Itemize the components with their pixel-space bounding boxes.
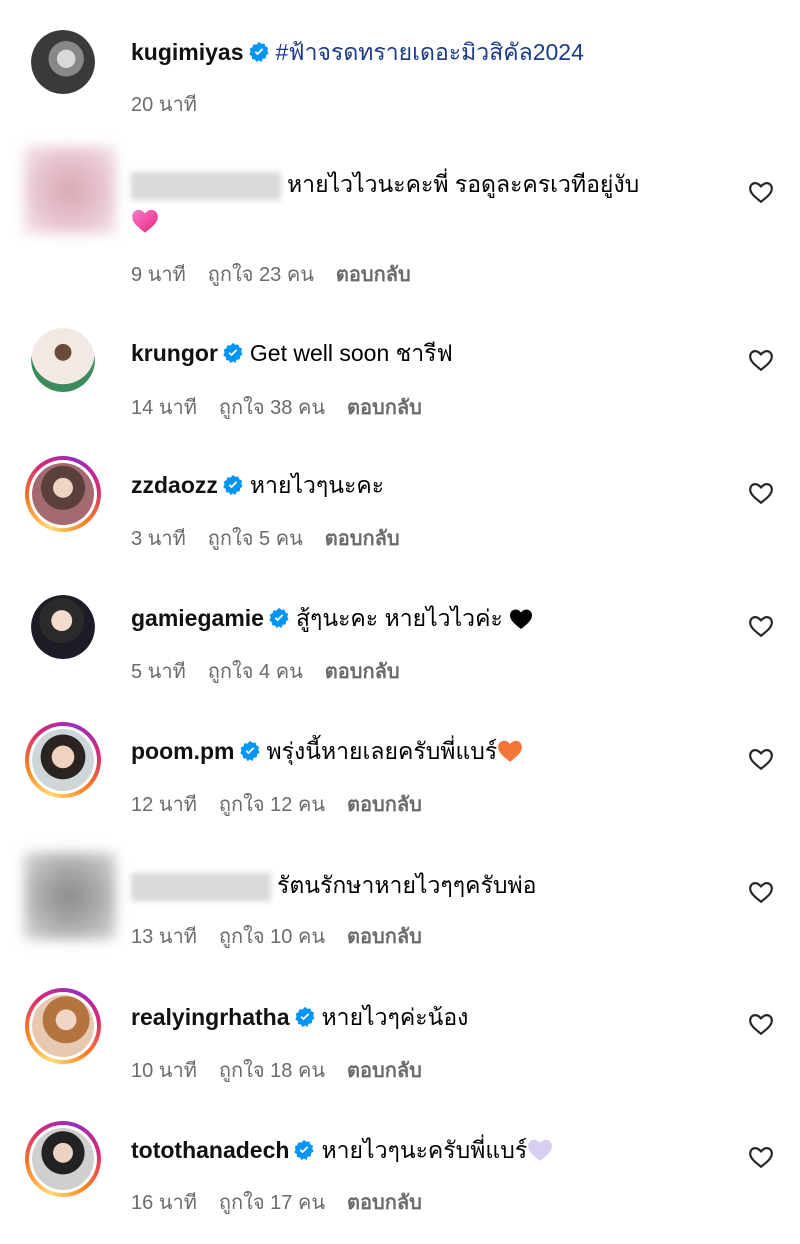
verified-badge-icon bbox=[294, 1006, 315, 1028]
like-count[interactable]: ถูกใจ 18 คน bbox=[219, 1060, 325, 1082]
like-count[interactable]: ถูกใจ 5 คน bbox=[208, 528, 303, 550]
username[interactable]: krungor bbox=[131, 340, 218, 366]
timestamp: 14 นาที bbox=[131, 397, 197, 419]
heart-outline-icon[interactable] bbox=[748, 1145, 774, 1169]
blurred-username[interactable] bbox=[131, 171, 281, 200]
username[interactable]: kugimiyas bbox=[131, 39, 244, 65]
username[interactable]: realyingrhatha bbox=[131, 1004, 290, 1030]
reply-button[interactable]: ตอบกลับ bbox=[347, 1192, 422, 1214]
reply-button[interactable]: ตอบกลับ bbox=[347, 794, 422, 816]
reply-button[interactable]: ตอบกลับ bbox=[336, 264, 411, 286]
like-count[interactable]: ถูกใจ 17 คน bbox=[219, 1192, 325, 1214]
timestamp: 20 นาที bbox=[131, 94, 197, 116]
verified-badge-icon bbox=[239, 740, 260, 762]
avatar[interactable] bbox=[24, 852, 116, 940]
comment-row: poom.pm พรุ่งนี้หายเลยครับพี่แบร์ 12 นาที… bbox=[0, 716, 800, 826]
caption: kugimiyas #ฟ้าจรดทรายเดอะมิวสิคัล2024 20 … bbox=[0, 0, 800, 130]
comment-text: หายไวไวนะคะพี่ รอดูละครเวทีอยู่งับ bbox=[287, 171, 640, 197]
like-count[interactable]: ถูกใจ 12 คน bbox=[219, 794, 325, 816]
like-count[interactable]: ถูกใจ 23 คน bbox=[208, 264, 314, 286]
avatar[interactable] bbox=[31, 30, 95, 94]
comment-row: รัตนรักษาหายไวๆๆครับพ่อ 13 นาที ถูกใจ 10 … bbox=[0, 850, 800, 960]
verified-badge-icon bbox=[248, 41, 269, 63]
comment-row: gamiegamie สู้ๆนะคะ หายไวไวค่ะ 5 นาที ถูกใ… bbox=[0, 590, 800, 700]
heart-outline-icon[interactable] bbox=[748, 1012, 774, 1036]
like-count[interactable]: ถูกใจ 38 คน bbox=[219, 397, 325, 419]
timestamp: 13 นาที bbox=[131, 926, 197, 948]
comment-text: รัตนรักษาหายไวๆๆครับพ่อ bbox=[277, 872, 537, 898]
verified-badge-icon bbox=[223, 342, 243, 364]
lavender-heart-icon bbox=[528, 1139, 553, 1161]
black-heart-icon bbox=[510, 609, 533, 629]
heart-outline-icon[interactable] bbox=[748, 348, 774, 372]
verified-badge-icon bbox=[294, 1139, 314, 1161]
avatar[interactable] bbox=[25, 456, 101, 532]
heart-outline-icon[interactable] bbox=[748, 481, 774, 505]
timestamp: 3 นาที bbox=[131, 528, 186, 550]
comment-row: krungor Get well soon ชารีฟ 14 นาที ถูกใจ … bbox=[0, 323, 800, 433]
comment-text: หายไวๆค่ะน้อง bbox=[321, 1004, 469, 1030]
heart-outline-icon[interactable] bbox=[748, 747, 774, 771]
avatar[interactable] bbox=[24, 146, 116, 234]
comment-row: realyingrhatha หายไวๆค่ะน้อง 10 นาที ถูกใจ… bbox=[0, 982, 800, 1092]
comment-row: totothanadech หายไวๆนะครับพี่แบร์ 16 นาที… bbox=[0, 1115, 800, 1225]
reply-button[interactable]: ตอบกลับ bbox=[325, 528, 400, 550]
timestamp: 16 นาที bbox=[131, 1192, 197, 1214]
username[interactable]: totothanadech bbox=[131, 1137, 289, 1163]
username[interactable]: poom.pm bbox=[131, 738, 235, 764]
avatar[interactable] bbox=[25, 722, 101, 798]
verified-badge-icon bbox=[223, 474, 243, 496]
avatar[interactable] bbox=[31, 328, 95, 392]
reply-button[interactable]: ตอบกลับ bbox=[347, 1060, 422, 1082]
timestamp: 12 นาที bbox=[131, 794, 197, 816]
comment-text: หายไวๆนะคะ bbox=[249, 472, 385, 498]
username[interactable]: zzdaozz bbox=[131, 472, 218, 498]
comment-text: พรุ่งนี้หายเลยครับพี่แบร์ bbox=[266, 738, 498, 764]
timestamp: 9 นาที bbox=[131, 264, 186, 286]
comment-text: หายไวๆนะครับพี่แบร์ bbox=[321, 1137, 528, 1163]
hashtag-link[interactable]: #ฟ้าจรดทรายเดอะมิวสิคัล2024 bbox=[276, 39, 584, 65]
comment-text: Get well soon ชารีฟ bbox=[249, 340, 453, 366]
reply-button[interactable]: ตอบกลับ bbox=[347, 397, 422, 419]
verified-badge-icon bbox=[269, 607, 289, 629]
heart-outline-icon[interactable] bbox=[748, 880, 774, 904]
comment-row: zzdaozz หายไวๆนะคะ 3 นาที ถูกใจ 5 คน ตอบกลั… bbox=[0, 450, 800, 560]
orange-heart-icon bbox=[498, 740, 523, 762]
like-count[interactable]: ถูกใจ 10 คน bbox=[219, 926, 325, 948]
reply-button[interactable]: ตอบกลับ bbox=[347, 926, 422, 948]
avatar[interactable] bbox=[25, 988, 101, 1064]
avatar[interactable] bbox=[31, 595, 95, 659]
reply-button[interactable]: ตอบกลับ bbox=[325, 661, 400, 683]
like-count[interactable]: ถูกใจ 4 คน bbox=[208, 661, 303, 683]
timestamp: 10 นาที bbox=[131, 1060, 197, 1082]
timestamp: 5 นาที bbox=[131, 661, 186, 683]
username[interactable]: gamiegamie bbox=[131, 605, 264, 631]
pink-heart-icon bbox=[132, 209, 158, 233]
heart-outline-icon[interactable] bbox=[748, 614, 774, 638]
comment-row: หายไวไวนะคะพี่ รอดูละครเวทีอยู่งับ 9 นาท… bbox=[0, 140, 800, 290]
avatar[interactable] bbox=[25, 1121, 101, 1197]
blurred-username[interactable] bbox=[131, 872, 271, 901]
comment-text: สู้ๆนะคะ หายไวไวค่ะ bbox=[295, 605, 503, 631]
heart-outline-icon[interactable] bbox=[748, 180, 774, 204]
